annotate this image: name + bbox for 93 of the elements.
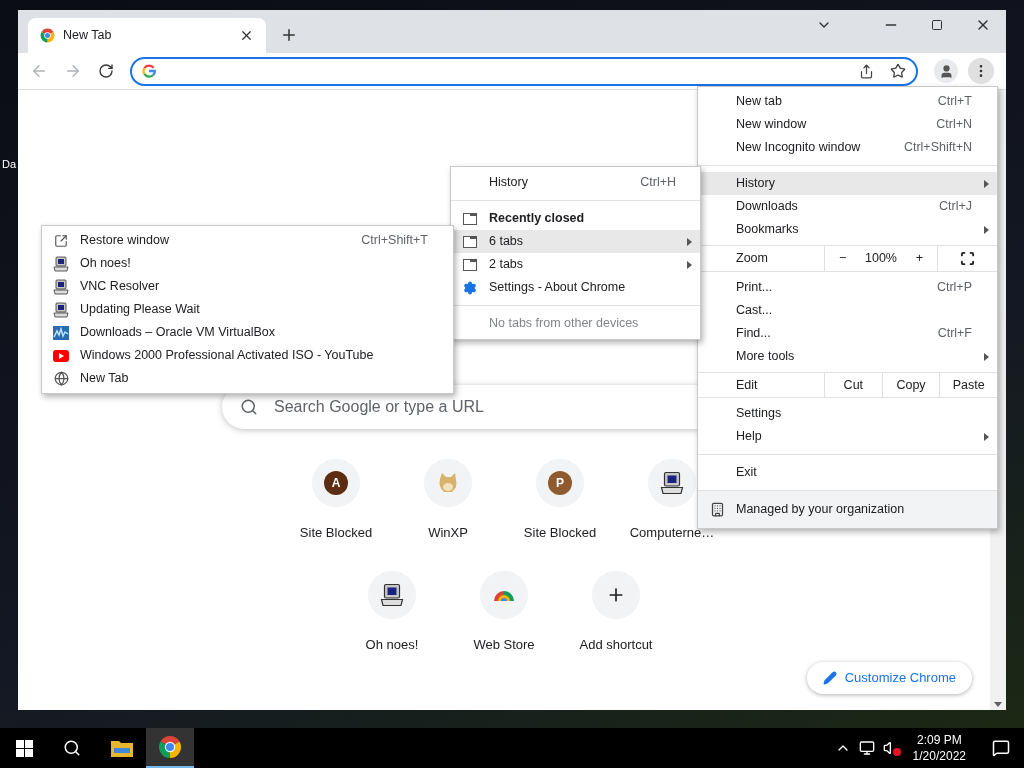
zoom-level: 100% [865, 250, 897, 268]
shortcut-text: Ctrl+J [939, 198, 972, 216]
computer-icon [380, 583, 404, 607]
shortcut-text: Ctrl+P [936, 279, 972, 297]
menu-button[interactable] [968, 58, 994, 84]
browser-tab[interactable]: New Tab [28, 18, 266, 53]
scroll-down-icon[interactable] [994, 702, 1002, 707]
restore-window-icon [54, 233, 68, 248]
submenu-arrow-icon [984, 432, 989, 441]
shortcut-tile[interactable]: A Site Blocked [280, 443, 392, 555]
shortcut-text: Ctrl+Shift+N [903, 139, 972, 157]
zoom-in-button[interactable]: + [911, 249, 927, 268]
shortcut-tile[interactable]: WinXP [392, 443, 504, 555]
letter-avatar: A [324, 471, 348, 495]
globe-icon [53, 371, 69, 386]
menu-item[interactable]: Print... Ctrl+P [698, 276, 997, 299]
computer-icon [660, 471, 684, 495]
edit-action-button[interactable]: Copy [881, 373, 940, 397]
section-heading: Recently closed [489, 210, 585, 228]
window-icon [463, 258, 477, 271]
submenu-arrow-icon [984, 225, 989, 234]
shortcut-text: Ctrl+Shift+T [361, 232, 428, 250]
close-tab-icon[interactable] [239, 28, 254, 43]
chrome-logo-icon [40, 28, 55, 43]
new-tab-icon[interactable] [280, 26, 298, 44]
menu-item[interactable]: History Ctrl+H [451, 171, 700, 194]
bookmark-star-icon[interactable] [890, 63, 906, 79]
menu-item[interactable]: New tab Ctrl+T [698, 90, 997, 113]
computer-icon [53, 278, 69, 295]
menu-item[interactable]: Find... Ctrl+F [698, 322, 997, 345]
zoom-label: Zoom [735, 250, 769, 268]
shortcut-tile[interactable]: P Site Blocked [504, 443, 616, 555]
reload-icon[interactable] [98, 63, 114, 79]
address-bar[interactable] [130, 56, 918, 86]
settings-icon [463, 280, 477, 295]
shortcut-text: Ctrl+F [937, 325, 972, 343]
zoom-out-button[interactable]: − [835, 249, 851, 268]
menu-item[interactable]: Windows 2000 Professional Activated ISO - YouTube [42, 344, 453, 367]
menu-item[interactable]: History [698, 172, 997, 195]
menu-item[interactable]: Downloads Ctrl+J [698, 195, 997, 218]
chrome-logo-icon [158, 735, 182, 759]
submenu-arrow-icon [984, 352, 989, 361]
youtube-icon [53, 349, 69, 362]
menu-item[interactable]: Settings - About Chrome [451, 276, 700, 299]
fullscreen-icon[interactable] [960, 251, 975, 266]
computer-icon [53, 255, 69, 272]
edit-action-button[interactable]: Cut [824, 373, 882, 397]
submenu-arrow-icon [984, 179, 989, 188]
menu-item[interactable]: Restore window Ctrl+Shift+T [42, 229, 453, 252]
window-icon [463, 235, 477, 248]
menu-item[interactable]: 6 tabs [451, 230, 700, 253]
search-icon [240, 398, 258, 416]
search-icon[interactable] [63, 739, 81, 757]
computer-icon [53, 301, 69, 318]
menu-item[interactable]: Downloads – Oracle VM VirtualBox [42, 321, 453, 344]
virtualbox-icon [53, 324, 69, 341]
shortcut-text: Ctrl+N [936, 116, 972, 134]
menu-item[interactable]: New Incognito window Ctrl+Shift+N [698, 136, 997, 159]
desktop-icon-label[interactable]: Da [2, 156, 17, 173]
submenu-arrow-icon [687, 260, 692, 269]
network-icon[interactable] [858, 740, 875, 756]
windows-logo-icon [15, 739, 33, 757]
menu-item[interactable]: New window Ctrl+N [698, 113, 997, 136]
shortcut-text: Ctrl+T [937, 93, 972, 111]
shortcut-tile[interactable]: Web Store [448, 555, 560, 667]
menu-item[interactable]: More tools [698, 345, 997, 368]
menu-item[interactable]: Oh noes! [42, 252, 453, 275]
shortcut-tile[interactable]: Oh noes! [336, 555, 448, 667]
volume-icon[interactable] [882, 740, 901, 756]
edit-action-button[interactable]: Paste [939, 373, 997, 397]
taskbar-app[interactable] [146, 728, 194, 768]
pencil-icon [822, 671, 837, 685]
share-icon[interactable] [859, 63, 874, 79]
shortcut-text: Ctrl+H [640, 174, 676, 192]
customize-chrome-button[interactable]: Customize Chrome [806, 662, 972, 694]
folder-icon [111, 739, 133, 757]
submenu-arrow-icon [687, 237, 692, 246]
maximize-icon[interactable] [931, 19, 943, 31]
clock[interactable]: 2:09 PM 1/20/2022 [912, 732, 966, 764]
person-icon [938, 63, 954, 79]
empty-note: No tabs from other devices [489, 315, 639, 333]
menu-item[interactable]: Updating Please Wait [42, 298, 453, 321]
menu-item[interactable]: 2 tabs [451, 253, 700, 276]
building-icon [709, 502, 725, 517]
letter-avatar: P [548, 471, 572, 495]
menu-item[interactable]: Cast... [698, 299, 997, 322]
shortcut-tile[interactable]: Add shortcut [560, 555, 672, 667]
menu-item[interactable]: VNC Resolver [42, 275, 453, 298]
window-icon [463, 212, 477, 225]
menu-item[interactable]: Bookmarks [698, 218, 997, 241]
profile-button[interactable] [934, 59, 958, 83]
notifications-icon[interactable] [992, 739, 1010, 757]
google-logo-icon [142, 64, 156, 78]
